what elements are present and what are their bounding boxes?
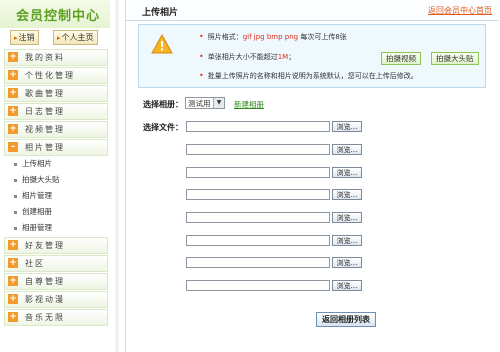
sidebar-item-anime[interactable]: + 影视动漫 <box>4 291 108 308</box>
chevron-down-icon: ▼ <box>213 98 224 108</box>
plus-icon: + <box>8 258 18 268</box>
submenu-label: 创建相册 <box>22 207 52 216</box>
plus-icon: + <box>8 124 18 134</box>
sidebar-item-label: 好友管理 <box>25 241 65 250</box>
sidebar-title: 会员控制中心 <box>16 9 101 24</box>
sidebar-item-label: 歌曲管理 <box>25 89 65 98</box>
plus-icon: + <box>8 70 18 80</box>
warning-icon <box>151 34 173 54</box>
plus-icon: + <box>8 312 18 322</box>
sidebar-item-label: 相片管理 <box>25 143 65 152</box>
album-selected-value: 测试用 <box>188 99 211 108</box>
sidebar-item-personalize[interactable]: + 个性化管理 <box>4 67 108 84</box>
submenu-label: 相册管理 <box>22 223 52 232</box>
sidebar-item-self-manage[interactable]: + 自尊管理 <box>4 273 108 290</box>
sidebar-item-community[interactable]: + 社区 <box>4 255 108 272</box>
submenu-upload-photo[interactable]: 上传相片 <box>14 158 52 169</box>
submenu-manage-photos[interactable]: 相片管理 <box>14 190 52 201</box>
plus-icon: + <box>8 240 18 250</box>
file-input[interactable] <box>186 212 330 223</box>
sidebar-header: 会员控制中心 <box>0 0 110 28</box>
browse-button[interactable]: 浏览... <box>332 189 362 200</box>
browse-button[interactable]: 浏览... <box>332 280 362 291</box>
sidebar-item-photos[interactable]: – 相片管理 <box>4 139 108 156</box>
take-avatar-button[interactable]: 拍摄大头贴 <box>431 52 479 65</box>
bullet-icon <box>14 210 17 214</box>
submenu-create-album[interactable]: 创建相册 <box>14 206 52 217</box>
file-label: 选择文件： <box>143 123 183 132</box>
page-title: 上传相片 <box>142 8 179 18</box>
sidebar-item-label: 音乐无限 <box>25 313 65 322</box>
file-input[interactable] <box>186 280 330 291</box>
return-home-link[interactable]: 返回会员中心首页 <box>428 5 492 16</box>
back-to-albums-button[interactable]: 返回相册列表 <box>316 312 376 327</box>
bullet-icon <box>14 178 17 182</box>
browse-button[interactable]: 浏览... <box>332 257 362 268</box>
sidebar-item-music[interactable]: + 音乐无限 <box>4 309 108 326</box>
plus-icon: + <box>8 106 18 116</box>
notice-line-size: • 单张相片大小不能超过1M； <box>199 52 296 61</box>
sidebar-item-songs[interactable]: + 歌曲管理 <box>4 85 108 102</box>
arrow-icon: ▸ <box>57 34 61 42</box>
logout-button[interactable]: ▸注销 <box>10 30 39 45</box>
bullet-icon <box>14 226 17 230</box>
main-header: 上传相片 返回会员中心首页 <box>126 0 498 21</box>
browse-button[interactable]: 浏览... <box>332 167 362 178</box>
sidebar-item-label: 社区 <box>25 259 45 268</box>
record-video-button[interactable]: 拍摄视频 <box>381 52 421 65</box>
sidebar: 会员控制中心 ▸注销 ▸个人主页 + 我的资料 + 个性化管理 + 歌曲管理 + 日志管… <box>0 0 110 352</box>
homepage-label: 个人主页 <box>61 33 94 42</box>
plus-icon: + <box>8 276 18 286</box>
sidebar-buttons: ▸注销 ▸个人主页 <box>0 30 110 46</box>
submenu-label: 上传相片 <box>22 159 52 168</box>
notice-box: • 照片格式：gif jpg bmp png 每次可上传8张 • 单张相片大小不能超… <box>138 24 486 88</box>
album-label: 选择相册： <box>143 100 183 109</box>
sidebar-item-friends[interactable]: + 好友管理 <box>4 237 108 254</box>
file-input[interactable] <box>186 144 330 155</box>
sidebar-item-profile[interactable]: + 我的资料 <box>4 49 108 66</box>
sidebar-item-videos[interactable]: + 视频管理 <box>4 121 108 138</box>
submenu-take-avatar[interactable]: 拍摄大头贴 <box>14 174 60 185</box>
column-divider <box>115 0 119 352</box>
logout-label: 注销 <box>18 33 35 42</box>
sidebar-item-label: 视频管理 <box>25 125 65 134</box>
file-input[interactable] <box>186 167 330 178</box>
notice-line-formats: • 照片格式：gif jpg bmp png 每次可上传8张 <box>199 32 347 41</box>
file-input[interactable] <box>186 235 330 246</box>
browse-button[interactable]: 浏览... <box>332 144 362 155</box>
notice-line-defaults: • 批量上传照片的名称和相片说明为系统默认，您可以在上传后修改。 <box>199 71 418 80</box>
submenu-label: 相片管理 <box>22 191 52 200</box>
browse-button[interactable]: 浏览... <box>332 121 362 132</box>
album-select[interactable]: 测试用 ▼ <box>185 97 225 109</box>
arrow-icon: ▸ <box>14 34 18 42</box>
plus-icon: + <box>8 88 18 98</box>
sidebar-item-label: 自尊管理 <box>25 277 65 286</box>
submenu-manage-albums[interactable]: 相册管理 <box>14 222 52 233</box>
plus-icon: + <box>8 294 18 304</box>
sidebar-item-label: 我的资料 <box>25 53 65 62</box>
minus-icon: – <box>8 142 18 152</box>
sidebar-item-blog[interactable]: + 日志管理 <box>4 103 108 120</box>
sidebar-item-label: 影视动漫 <box>25 295 65 304</box>
submenu-label: 拍摄大头贴 <box>22 175 60 184</box>
file-input[interactable] <box>186 121 330 132</box>
browse-button[interactable]: 浏览... <box>332 212 362 223</box>
sidebar-item-label: 日志管理 <box>25 107 65 116</box>
bullet-icon <box>14 194 17 198</box>
file-input[interactable] <box>186 257 330 268</box>
new-album-link[interactable]: 新建相册 <box>234 99 264 110</box>
plus-icon: + <box>8 52 18 62</box>
homepage-button[interactable]: ▸个人主页 <box>53 30 98 45</box>
sidebar-item-label: 个性化管理 <box>25 71 75 80</box>
bullet-icon <box>14 162 17 166</box>
file-input[interactable] <box>186 189 330 200</box>
browse-button[interactable]: 浏览... <box>332 235 362 246</box>
